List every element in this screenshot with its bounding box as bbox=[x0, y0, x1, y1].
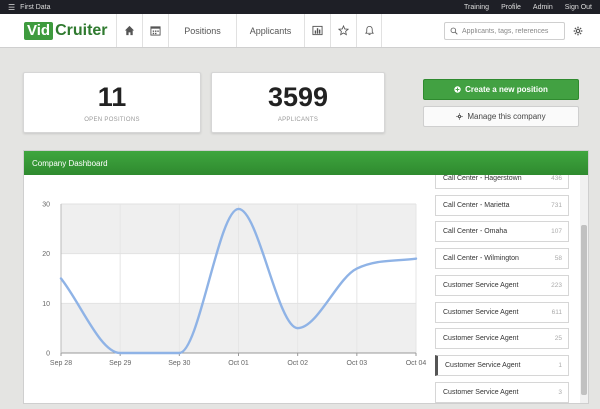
company-dashboard-panel: Company Dashboard 0 10 20 30 Sep 28 Sep 29 Sep… bbox=[23, 150, 589, 404]
bell-icon bbox=[364, 25, 374, 36]
position-name: Customer Service Agent bbox=[443, 281, 519, 289]
search-input[interactable] bbox=[462, 27, 562, 35]
dashboard-title: Company Dashboard bbox=[32, 158, 108, 168]
nav-reports[interactable] bbox=[304, 14, 330, 47]
search-settings-button[interactable] bbox=[568, 22, 588, 40]
position-name: Call Center - Omaha bbox=[443, 228, 508, 236]
main-nav: Vid Cruiter Positions Applicants bbox=[0, 14, 600, 48]
sign-out-link[interactable]: Sign Out bbox=[565, 4, 592, 11]
scrollbar-thumb[interactable] bbox=[581, 225, 587, 395]
position-applicant-count: 3 bbox=[558, 388, 562, 396]
x-tick-label: Sep 29 bbox=[109, 360, 131, 367]
position-name: Customer Service Agent bbox=[445, 361, 521, 369]
nav-applicants-label: Applicants bbox=[249, 25, 292, 36]
y-tick-label: 20 bbox=[42, 251, 50, 258]
position-name: Call Center - Wilmington bbox=[443, 255, 519, 263]
applicants-card[interactable]: 3599 APPLICANTS bbox=[211, 72, 385, 133]
profile-link[interactable]: Profile bbox=[501, 4, 521, 11]
position-list-item[interactable]: Customer Service Agent 3 bbox=[435, 381, 569, 403]
dashboard-header: Company Dashboard bbox=[24, 151, 588, 175]
position-applicant-count: 107 bbox=[551, 228, 562, 236]
position-list-item[interactable]: Call Center - Wilmington 58 bbox=[435, 248, 569, 270]
open-positions-card[interactable]: 11 OPEN POSITIONS bbox=[23, 72, 201, 133]
admin-link[interactable]: Admin bbox=[533, 4, 553, 11]
top-bar: ☰ First Data Training Profile Admin Sign… bbox=[0, 0, 600, 14]
plus-circle-icon bbox=[454, 86, 461, 93]
position-list-item[interactable]: Customer Service Agent 25 bbox=[435, 328, 569, 350]
position-list-item[interactable]: Customer Service Agent 611 bbox=[435, 301, 569, 323]
position-applicant-count: 1 bbox=[558, 361, 562, 369]
open-positions-label: OPEN POSITIONS bbox=[84, 116, 140, 123]
nav-calendar[interactable] bbox=[142, 14, 168, 47]
position-applicant-count: 223 bbox=[551, 281, 562, 289]
logo-vid: Vid bbox=[24, 21, 54, 40]
position-list-item[interactable]: Call Center - Hagerstown 436 bbox=[435, 175, 569, 189]
manage-company-label: Manage this company bbox=[467, 112, 546, 121]
company-name[interactable]: First Data bbox=[20, 4, 50, 11]
x-tick-label: Sep 28 bbox=[50, 360, 72, 367]
position-name: Call Center - Marietta bbox=[443, 201, 510, 209]
position-applicant-count: 58 bbox=[554, 255, 562, 263]
y-tick-label: 30 bbox=[42, 202, 50, 209]
x-tick-label: Oct 03 bbox=[347, 360, 368, 367]
x-tick-label: Oct 01 bbox=[228, 360, 249, 367]
position-list-item[interactable]: Customer Service Agent 1 bbox=[435, 354, 569, 376]
search-icon bbox=[450, 27, 458, 35]
y-tick-label: 10 bbox=[42, 301, 50, 308]
training-link[interactable]: Training bbox=[464, 4, 489, 11]
vidcruiter-logo[interactable]: Vid Cruiter bbox=[0, 14, 116, 47]
star-icon bbox=[338, 25, 349, 36]
logo-cruiter: Cruiter bbox=[55, 21, 108, 39]
y-tick-label: 0 bbox=[46, 351, 50, 358]
gear-icon bbox=[573, 26, 583, 36]
nav-favorites[interactable] bbox=[330, 14, 356, 47]
nav-positions-label: Positions bbox=[184, 25, 221, 36]
bar-chart-icon bbox=[312, 25, 323, 36]
x-tick-label: Oct 02 bbox=[287, 360, 308, 367]
position-list-item[interactable]: Customer Service Agent 223 bbox=[435, 274, 569, 296]
nav-notifications[interactable] bbox=[356, 14, 382, 47]
position-name: Customer Service Agent bbox=[443, 388, 519, 396]
position-list-scrollbar[interactable] bbox=[580, 175, 588, 403]
position-list-item[interactable]: Call Center - Omaha 107 bbox=[435, 221, 569, 243]
menu-icon[interactable]: ☰ bbox=[8, 3, 15, 12]
position-name: Customer Service Agent bbox=[443, 335, 519, 343]
home-icon bbox=[124, 25, 135, 36]
calendar-icon bbox=[150, 26, 161, 36]
nav-positions[interactable]: Positions bbox=[168, 14, 236, 47]
search-box[interactable] bbox=[444, 22, 565, 40]
applicants-line-chart: 0 10 20 30 Sep 28 Sep 29 Sep 30 Oct 01 Oct 02 Oct… bbox=[42, 202, 427, 368]
open-positions-count: 11 bbox=[97, 81, 127, 112]
position-applicant-count: 611 bbox=[551, 308, 562, 316]
nav-home[interactable] bbox=[116, 14, 142, 47]
create-position-label: Create a new position bbox=[465, 85, 548, 94]
position-list: Call Center - Hagerstown 436 Call Center -… bbox=[429, 175, 574, 403]
position-applicant-count: 436 bbox=[551, 175, 562, 182]
position-list-item[interactable]: Call Center - Marietta 731 bbox=[435, 194, 569, 216]
position-applicant-count: 25 bbox=[554, 335, 562, 343]
top-links: Training Profile Admin Sign Out bbox=[464, 4, 592, 11]
position-name: Customer Service Agent bbox=[443, 308, 519, 316]
manage-company-button[interactable]: Manage this company bbox=[423, 106, 579, 127]
nav-applicants[interactable]: Applicants bbox=[236, 14, 304, 47]
applicants-label: APPLICANTS bbox=[277, 116, 319, 123]
position-name: Call Center - Hagerstown bbox=[443, 175, 522, 182]
x-tick-label: Sep 30 bbox=[168, 360, 190, 367]
position-applicant-count: 731 bbox=[551, 201, 562, 209]
x-tick-label: Oct 04 bbox=[406, 360, 427, 367]
gear-icon bbox=[456, 113, 463, 120]
create-position-button[interactable]: Create a new position bbox=[423, 79, 579, 100]
applicants-count: 3599 bbox=[267, 81, 329, 112]
